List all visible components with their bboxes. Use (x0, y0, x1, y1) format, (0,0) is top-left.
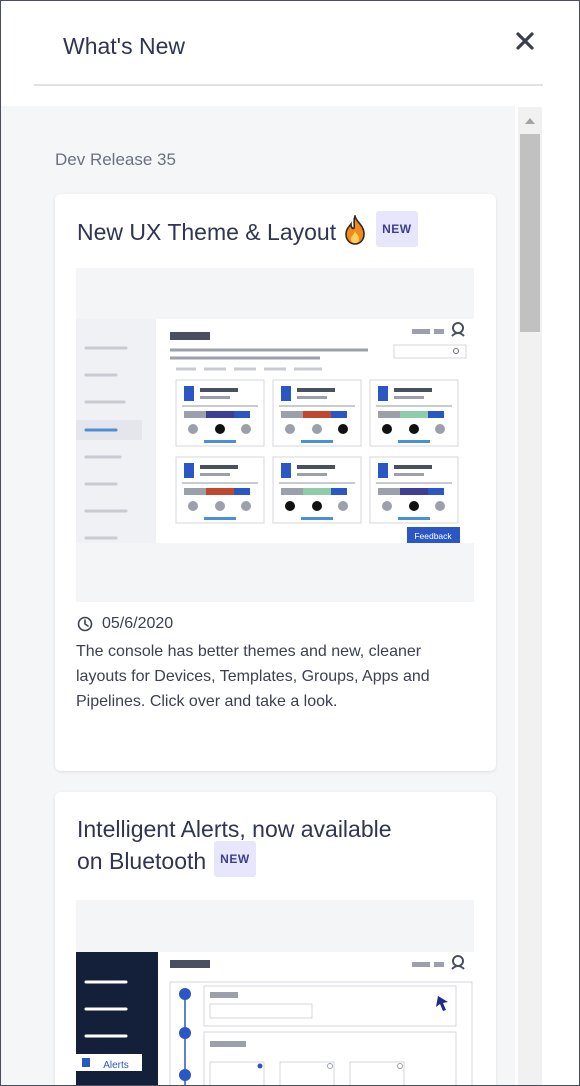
release-label: Dev Release 35 (55, 150, 176, 169)
alerts-label: Alerts (103, 1060, 129, 1071)
card-title: New UX Theme & Layout NEW (77, 211, 418, 253)
close-button[interactable] (511, 27, 539, 55)
device-tile (369, 379, 459, 447)
date-text: 05/6/2020 (102, 615, 174, 632)
panel-title: What's New (63, 33, 185, 59)
device-tile (175, 379, 265, 447)
fire-icon (342, 213, 368, 253)
device-tile (369, 456, 459, 524)
release-date: 05/6/2020 (77, 615, 173, 633)
new-badge: NEW (214, 841, 256, 877)
release-card: Intelligent Alerts, now available on Blu… (55, 792, 496, 1085)
header-divider (34, 84, 543, 86)
clock-icon (77, 616, 93, 632)
card-description: The console has better themes and new, c… (76, 643, 430, 710)
chevron-up-icon (525, 118, 535, 124)
feature-screenshot: Feedback (76, 268, 474, 602)
scroll-up-button[interactable] (518, 107, 542, 133)
card-title: Intelligent Alerts, now available on Blu… (77, 813, 392, 881)
device-tile (272, 379, 362, 447)
close-icon (516, 32, 534, 50)
feedback-label: Feedback (414, 531, 452, 541)
whats-new-panel: What's New Dev Release 35 New UX Theme &… (0, 0, 580, 1086)
new-badge: NEW (376, 211, 418, 247)
device-tile (175, 456, 265, 524)
card-title-text: New UX Theme & Layout (77, 219, 337, 246)
scrollbar-thumb[interactable] (520, 134, 540, 332)
device-tile (272, 456, 362, 524)
release-feed[interactable]: Dev Release 35 New UX Theme & Layout NEW (1, 106, 515, 1085)
scrollbar[interactable] (518, 107, 542, 1085)
feature-screenshot: Alerts (76, 900, 474, 1085)
release-card: New UX Theme & Layout NEW Feedback 05/6/… (55, 194, 496, 771)
card-title-line2: on Bluetooth (77, 848, 207, 874)
